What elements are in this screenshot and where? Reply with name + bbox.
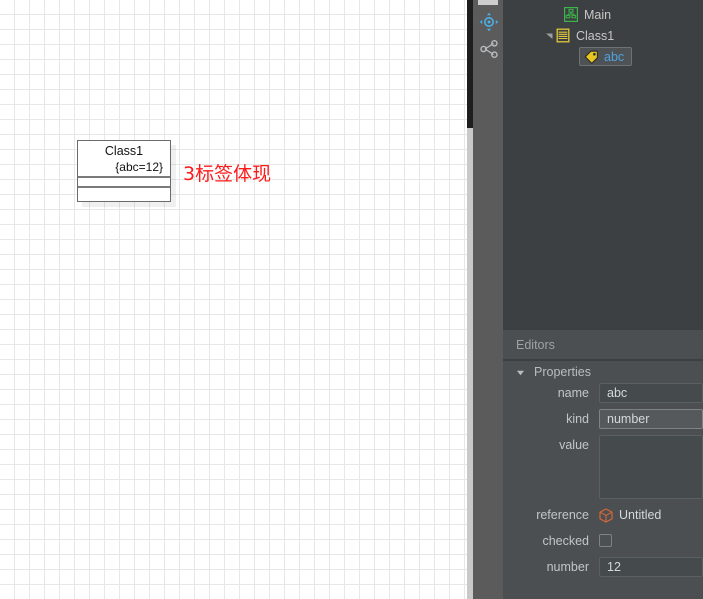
property-row-kind: kind number (503, 409, 703, 429)
property-label: value (559, 438, 589, 452)
editors-title: Editors (516, 337, 555, 352)
value-textarea[interactable] (599, 435, 703, 499)
properties-header[interactable]: Properties (503, 361, 703, 383)
cube-icon (599, 507, 613, 523)
property-row-reference: reference Untitled (503, 505, 703, 525)
property-label: kind (566, 412, 589, 426)
application-window: Class1 {abc=12} 3标签体现 Main Class1 abc Ed… (0, 0, 703, 599)
checked-checkbox[interactable] (599, 534, 612, 547)
class-node-class1[interactable]: Class1 {abc=12} (77, 140, 171, 202)
share-nodes-icon[interactable] (478, 38, 500, 60)
class-node-attributes-section (78, 178, 170, 188)
tree-item-main[interactable]: Main (503, 4, 703, 25)
reference-label: Untitled (619, 508, 662, 522)
tag-icon (583, 49, 599, 65)
properties-title: Properties (534, 365, 591, 379)
property-row-checked: checked (503, 531, 703, 551)
diagram-canvas[interactable]: Class1 {abc=12} 3标签体现 (0, 0, 467, 599)
tree-item-class1[interactable]: Class1 (503, 25, 703, 46)
property-row-number: number 12 (503, 557, 703, 577)
property-row-value: value (503, 435, 703, 499)
tool-strip (473, 0, 503, 599)
tree-item-label: Class1 (576, 28, 615, 43)
property-row-name: name abc (503, 383, 703, 403)
class-node-operations-section (78, 188, 170, 198)
reference-value[interactable]: Untitled (599, 505, 703, 525)
property-label: reference (536, 508, 589, 522)
property-label: checked (542, 534, 589, 548)
kind-select[interactable]: number (599, 409, 703, 429)
class-node-name: Class1 (104, 144, 144, 158)
property-label: name (557, 386, 589, 400)
chevron-down-icon[interactable] (543, 25, 555, 46)
diagram-document-icon (563, 7, 579, 23)
properties-pane: Properties name abc kind number value re… (503, 361, 703, 599)
tree-item-label: abc (604, 49, 625, 64)
class-node-header: Class1 {abc=12} (78, 141, 170, 178)
tree-item-abc[interactable]: abc (503, 46, 703, 67)
chevron-down-icon[interactable] (516, 368, 528, 377)
right-panel: Main Class1 abc Editors Properties name … (503, 0, 703, 599)
name-input[interactable]: abc (599, 383, 703, 403)
move-target-icon[interactable] (478, 11, 500, 33)
annotation-3: 3标签体现 (183, 163, 272, 185)
tree-item-label: Main (584, 7, 612, 22)
number-input[interactable]: 12 (599, 557, 703, 577)
tree-item-selection[interactable]: abc (579, 47, 633, 66)
table-list-icon (555, 28, 571, 44)
panel-tab-nub[interactable] (478, 0, 498, 5)
property-label: number (546, 560, 589, 574)
model-tree[interactable]: Main Class1 abc (503, 0, 703, 330)
class-node-tag: {abc=12} (115, 160, 163, 174)
editors-bar[interactable]: Editors (503, 330, 703, 360)
